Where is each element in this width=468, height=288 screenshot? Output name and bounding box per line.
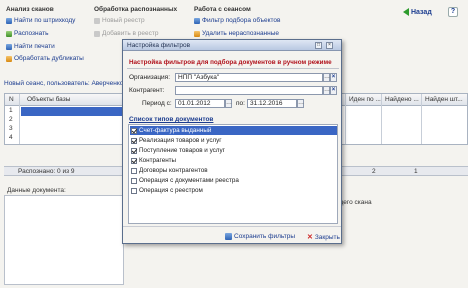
group-title-session: Работа с сеансом <box>194 6 251 13</box>
recognize-icon <box>6 30 12 37</box>
total-identified: 2 <box>372 168 376 175</box>
checkbox[interactable] <box>131 157 137 164</box>
row-number: 3 <box>9 125 13 132</box>
recognize-button[interactable]: Распознать <box>6 30 48 37</box>
new-registry-button[interactable]: Новый реестр <box>94 17 145 24</box>
row-number: 2 <box>9 116 13 123</box>
list-item[interactable]: Реализация товаров и услуг <box>130 136 337 145</box>
find-stamps-button[interactable]: Найти печати <box>6 43 55 50</box>
list-item[interactable]: Операция с реестром <box>130 186 337 195</box>
column-divider <box>381 94 382 144</box>
period-to-label: по: <box>236 100 245 107</box>
current-scan-label: щего скана <box>338 199 372 206</box>
list-item[interactable]: Счет-фактура выданный <box>130 126 337 135</box>
column-divider <box>421 94 422 144</box>
document-data-panel <box>4 195 124 285</box>
recognized-count: Распознано: 0 из 9 <box>18 168 75 175</box>
calendar-from-icon[interactable]: … <box>225 99 232 108</box>
document-types-list[interactable]: Счет-фактура выданный Реализация товаров… <box>128 124 338 224</box>
close-icon: ✕ <box>307 234 313 241</box>
barcode-icon <box>6 17 12 24</box>
filter-icon <box>194 17 200 24</box>
organization-clear-icon[interactable]: × <box>330 73 337 82</box>
organization-field[interactable]: НПП "Азбука" <box>175 73 323 82</box>
checkbox[interactable] <box>131 147 137 154</box>
dialog-header: Настройка фильтров для подбора документо… <box>129 59 332 66</box>
add-to-registry-button[interactable]: Добавить в реестр <box>94 30 158 37</box>
counterparty-select-button[interactable]: … <box>323 86 330 95</box>
delete-icon <box>194 30 200 37</box>
dialog-title: Настройка фильтров <box>127 42 191 49</box>
date-from-field[interactable]: 01.01.2012 <box>175 99 225 108</box>
row-number: 4 <box>9 134 13 141</box>
organization-label: Организация: <box>129 74 171 81</box>
checkbox[interactable] <box>131 137 137 144</box>
checkbox[interactable] <box>131 177 137 184</box>
session-info: Новый сеанс, пользователь: Аверченко А <box>4 80 130 87</box>
dialog-footer: Сохранить фильтры ✕ Закрыть <box>123 226 341 245</box>
maximize-icon[interactable]: □ <box>315 42 322 49</box>
save-icon <box>225 233 232 240</box>
period-from-label: Период с: <box>142 100 172 107</box>
close-button[interactable]: ✕ Закрыть <box>307 233 340 242</box>
counterparty-field[interactable] <box>175 86 323 95</box>
object-filter-button[interactable]: Фильтр подбора объектов <box>194 17 281 24</box>
document-types-title: Список типов документов <box>129 116 214 123</box>
help-button[interactable]: ? <box>448 7 458 17</box>
list-item[interactable]: Договоры контрагентов <box>130 166 337 175</box>
total-found: 1 <box>414 168 418 175</box>
list-item[interactable]: Контрагенты <box>130 156 337 165</box>
registry-icon <box>94 17 100 24</box>
column-divider <box>345 94 346 144</box>
column-found[interactable]: Найдено ... <box>385 96 419 103</box>
calendar-to-icon[interactable]: … <box>297 99 304 108</box>
process-duplicates-button[interactable]: Обработать дубликаты <box>6 55 84 62</box>
list-item[interactable]: Операция с документами реестра <box>130 176 337 185</box>
group-title-scan-analysis: Анализ сканов <box>6 6 54 13</box>
divider <box>127 68 339 69</box>
save-filters-button[interactable]: Сохранить фильтры <box>225 233 295 240</box>
column-objects[interactable]: Объекты базы <box>27 96 70 103</box>
column-divider <box>19 94 20 144</box>
document-data-label: Данные документа: <box>7 187 66 194</box>
column-identified[interactable]: Иден по ... <box>349 96 381 103</box>
checkbox[interactable] <box>131 187 137 194</box>
list-item[interactable]: Поступление товаров и услуг <box>130 146 337 155</box>
checkbox[interactable] <box>131 127 137 134</box>
back-arrow-icon <box>403 8 409 16</box>
close-icon[interactable]: × <box>326 42 333 49</box>
counterparty-clear-icon[interactable]: × <box>330 86 337 95</box>
duplicates-icon <box>6 55 12 62</box>
back-link[interactable]: Назад <box>403 8 432 16</box>
group-title-processing: Обработка распознанных <box>94 6 178 13</box>
column-found-barcode[interactable]: Найден шт... <box>425 96 463 103</box>
counterparty-label: Контрагент: <box>129 87 165 94</box>
stamp-icon <box>6 43 12 50</box>
find-by-barcode-button[interactable]: Найти по штрихкоду <box>6 17 75 24</box>
row-number: 1 <box>9 107 13 114</box>
delete-unrecognized-button[interactable]: Удалить нераспознанные <box>194 30 279 37</box>
organization-select-button[interactable]: … <box>323 73 330 82</box>
checkbox[interactable] <box>131 167 137 174</box>
filter-settings-dialog: Настройка фильтров □ × Настройка фильтро… <box>122 39 342 244</box>
column-n[interactable]: N <box>9 96 14 103</box>
add-icon <box>94 30 100 37</box>
date-to-field[interactable]: 31.12.2016 <box>247 99 297 108</box>
dialog-titlebar[interactable]: Настройка фильтров □ × <box>123 40 341 51</box>
